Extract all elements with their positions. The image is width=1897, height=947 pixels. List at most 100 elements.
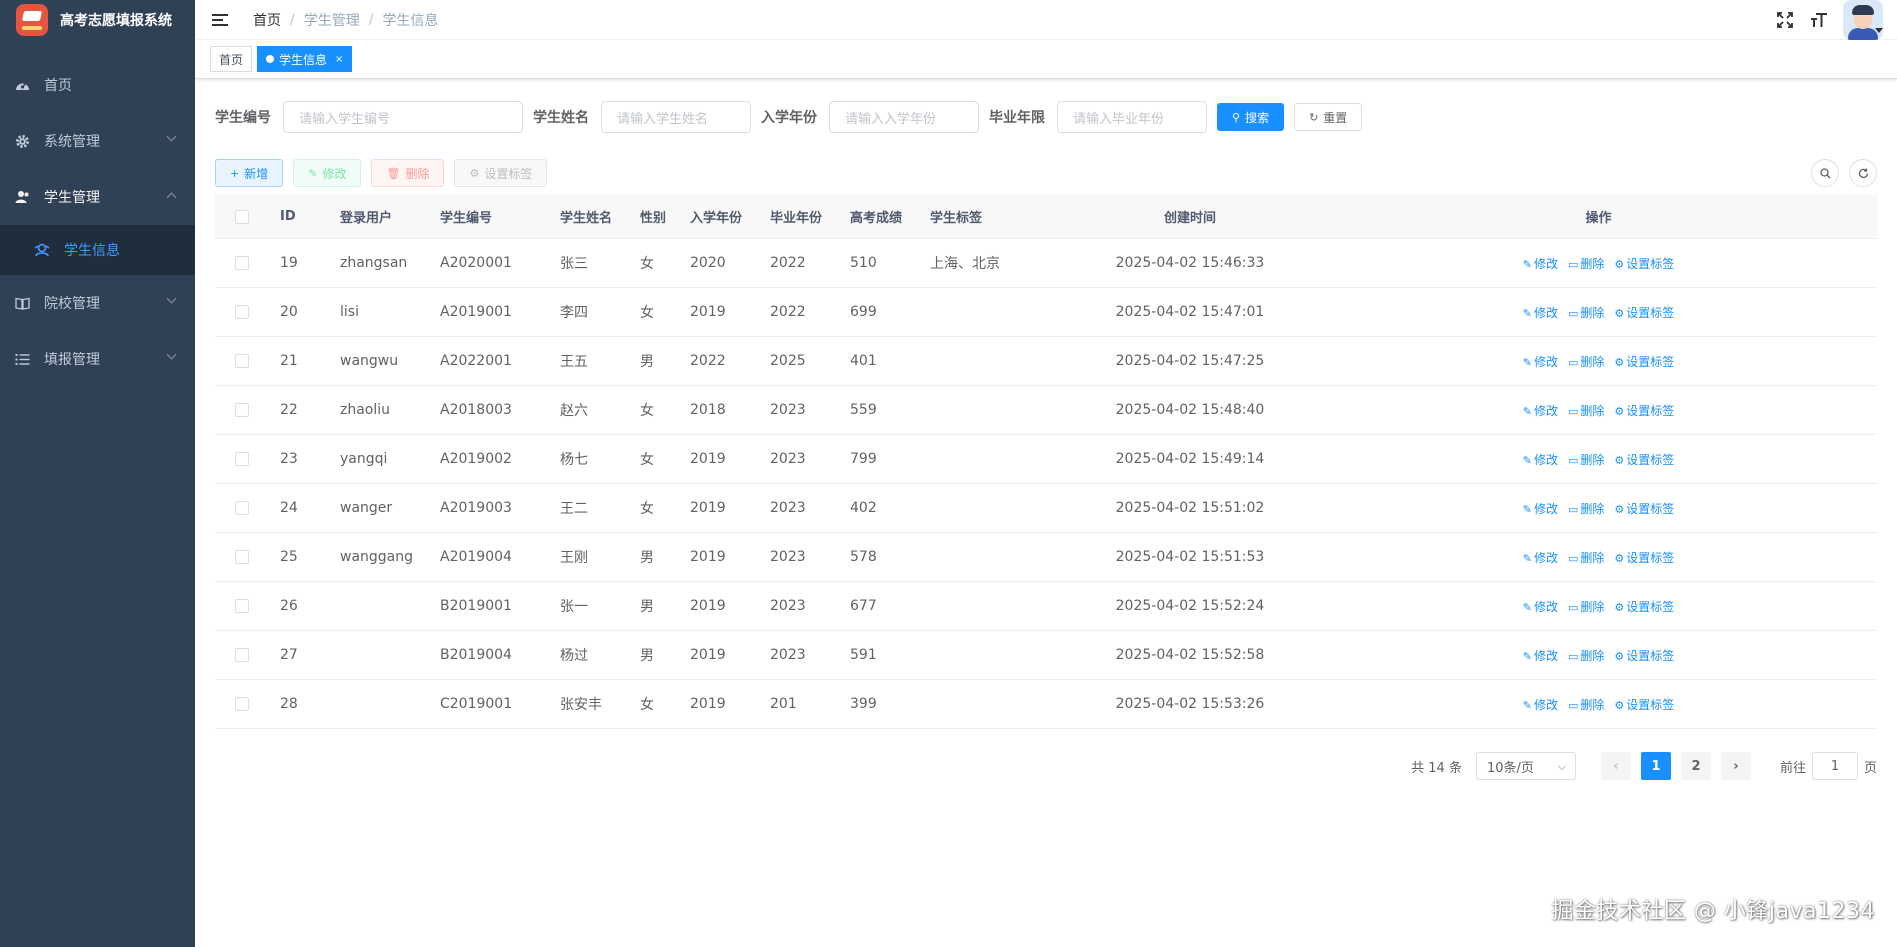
row-edit-link[interactable]: ✎ 修改 [1523,257,1558,271]
goto-page-input[interactable]: 1 [1811,752,1858,780]
row-checkbox[interactable] [235,403,249,417]
table-row: 21 wangwu A2022001 王五 男 2022 2025 401 2025-04-02… [215,337,1877,386]
sidebar-item-system[interactable]: 系统管理 [0,113,195,169]
row-edit-link[interactable]: ✎ 修改 [1523,600,1558,614]
cell-id: 21 [280,353,298,369]
row-checkbox[interactable] [235,550,249,564]
page-size-select[interactable]: 10条/页 [1475,752,1576,780]
row-delete-link[interactable]: ▭ 删除 [1568,551,1604,565]
row-delete-link[interactable]: ▭ 删除 [1568,453,1604,467]
row-set-tag-link[interactable]: ⚙ 设置标签 [1614,551,1674,565]
row-delete-link[interactable]: ▭ 删除 [1568,649,1604,663]
row-edit-link[interactable]: ✎ 修改 [1523,355,1558,369]
cell-id: 24 [280,500,298,516]
set-tag-button[interactable]: ⚙ 设置标签 [454,159,548,187]
student-name-input[interactable]: 请输入学生姓名 [601,101,751,133]
refresh-button[interactable] [1849,159,1877,187]
sidebar-item-student-info[interactable]: 学生信息 [0,225,195,275]
row-set-tag-link[interactable]: ⚙ 设置标签 [1614,404,1674,418]
search-button[interactable]: ⚲ 搜索 [1217,103,1285,131]
breadcrumb-item[interactable]: 首页 [253,10,281,30]
row-delete-label: 删除 [1580,305,1605,320]
row-edit-link[interactable]: ✎ 修改 [1523,453,1558,467]
pagination: 共 14 条 10条/页 ‹ 1 2 › 前往 1 页 [215,752,1877,780]
select-all-checkbox[interactable] [235,209,249,224]
row-delete-link[interactable]: ▭ 删除 [1568,404,1604,418]
cell-id: 20 [280,304,298,320]
app-logo[interactable]: 高考志愿填报系统 [0,0,195,40]
tag-student-info[interactable]: 学生信息 × [257,46,353,72]
user-icon [14,189,30,205]
sidebar-item-home[interactable]: 首页 [0,57,195,113]
cell-time: 2025-04-02 15:52:58 [1115,647,1265,663]
enroll-year-input[interactable]: 请输入入学年份 [829,101,979,133]
row-edit-label: 修改 [1533,452,1558,467]
sidebar-item-student[interactable]: 学生管理 [0,169,195,225]
sidebar-item-school[interactable]: 院校管理 [0,275,195,331]
reset-button[interactable]: ↻ 重置 [1294,103,1363,131]
header-cell: 性别 [640,211,667,226]
sidebar-item-apply[interactable]: 填报管理 [0,331,195,387]
page-button-1[interactable]: 1 [1640,752,1671,780]
hamburger-icon[interactable] [212,13,228,26]
student-no-input[interactable]: 请输入学生编号 [283,101,523,133]
row-checkbox[interactable] [235,501,249,515]
row-edit-link[interactable]: ✎ 修改 [1523,698,1558,712]
row-set-tag-link[interactable]: ⚙ 设置标签 [1614,453,1674,467]
row-set-tag-link[interactable]: ⚙ 设置标签 [1614,355,1674,369]
row-checkbox[interactable] [235,697,249,711]
row-edit-link[interactable]: ✎ 修改 [1523,502,1558,516]
cell-name: 李四 [560,305,588,321]
row-edit-link[interactable]: ✎ 修改 [1523,649,1558,663]
row-set-tag-link[interactable]: ⚙ 设置标签 [1614,502,1674,516]
row-checkbox[interactable] [235,452,249,466]
close-icon[interactable]: × [335,54,343,65]
prev-page-button[interactable]: ‹ [1600,752,1631,780]
caret-down-icon[interactable] [1875,28,1883,33]
delete-button[interactable]: 🗑 删除 [371,159,445,187]
row-delete-link[interactable]: ▭ 删除 [1568,257,1604,271]
app-main: 学生编号 请输入学生编号 学生姓名 请输入学生姓名 入学年份 请输入入学年份 毕… [195,79,1897,800]
row-set-tag-link[interactable]: ⚙ 设置标签 [1614,698,1674,712]
cell-score: 399 [850,696,877,712]
edit-button[interactable]: ✎ 修改 [293,159,362,187]
row-set-tag-link[interactable]: ⚙ 设置标签 [1614,306,1674,320]
row-checkbox[interactable] [235,305,249,319]
add-button[interactable]: + 新增 [215,159,284,187]
cell-actions: ✎ 修改 ▭ 删除 ⚙ 设置标签 [1320,402,1877,419]
row-delete-link[interactable]: ▭ 删除 [1568,600,1604,614]
chevron-down-icon [166,293,177,304]
row-set-tag-link[interactable]: ⚙ 设置标签 [1614,649,1674,663]
row-delete-link[interactable]: ▭ 删除 [1568,698,1604,712]
cell-id: 27 [280,647,298,663]
cell-actions: ✎ 修改 ▭ 删除 ⚙ 设置标签 [1320,598,1877,615]
row-edit-link[interactable]: ✎ 修改 [1523,404,1558,418]
trash-icon: ▭ [1567,600,1579,614]
avatar[interactable] [1843,0,1883,40]
row-set-tag-link[interactable]: ⚙ 设置标签 [1614,257,1674,271]
row-edit-link[interactable]: ✎ 修改 [1523,551,1558,565]
grad-year-input[interactable]: 请输入毕业年份 [1057,101,1207,133]
search-icon [1819,167,1830,178]
row-checkbox[interactable] [235,648,249,662]
cell-sex: 女 [640,501,654,517]
cell-no: B2019001 [440,598,512,614]
row-delete-link[interactable]: ▭ 删除 [1568,502,1604,516]
fullscreen-icon[interactable] [1775,10,1795,30]
table-body: 19 zhangsan A2020001 张三女 2020 2022 510 上海、北京 202… [215,239,1877,729]
row-delete-link[interactable]: ▭ 删除 [1568,306,1604,320]
next-page-button[interactable]: › [1720,752,1751,780]
header-cell: 毕业年份 [770,211,823,226]
row-checkbox[interactable] [235,599,249,613]
tag-home[interactable]: 首页 [210,46,253,72]
page-button-2[interactable]: 2 [1680,752,1711,780]
cell-name: 王二 [560,501,588,517]
row-delete-link[interactable]: ▭ 删除 [1568,355,1604,369]
font-size-icon[interactable] [1809,10,1829,30]
row-checkbox[interactable] [235,354,249,368]
row-set-tag-link[interactable]: ⚙ 设置标签 [1614,600,1674,614]
refresh-icon [1858,168,1868,178]
row-checkbox[interactable] [235,256,249,270]
toggle-search-button[interactable] [1811,159,1839,187]
row-edit-link[interactable]: ✎ 修改 [1523,306,1558,320]
